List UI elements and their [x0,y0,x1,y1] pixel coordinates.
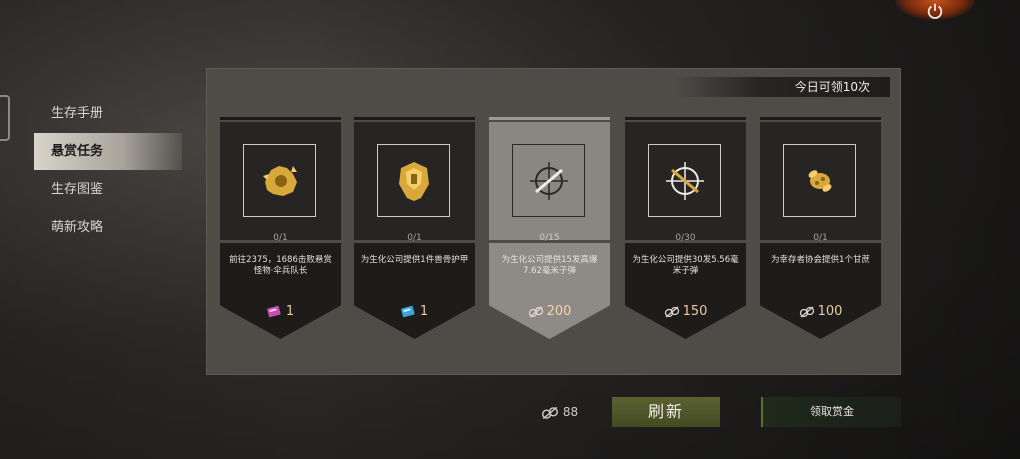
reward: 1 [354,301,475,323]
card-top-line [220,117,341,120]
bounty-card[interactable]: 0/1 为幸存者协会提供1个甘蔗 100 [760,117,881,339]
sidebar-item-survival-codex[interactable]: 生存图鉴 [34,171,182,208]
mission-description: 为生化公司提供1件兽骨护甲 [360,255,469,265]
card-icon-frame [243,144,316,217]
bounty-card[interactable]: 0/30 为生化公司提供30发5.56毫米子弹 150 [625,117,746,339]
sidebar: 生存手册 悬赏任务 生存图鉴 萌新攻略 [34,95,182,247]
card-info: 为生化公司提供30发5.56毫米子弹 150 [625,243,746,339]
crosshair-rifle-gold-icon [666,162,704,200]
sidebar-item-bounty-missions[interactable]: 悬赏任务 [34,133,182,170]
sugarcane-icon [808,170,832,192]
card-icon-area [220,122,341,240]
reward: 1 [220,301,341,323]
gold-fist-emblem-icon [263,166,297,196]
bounty-coin-icon [799,306,814,317]
reward: 100 [760,301,881,323]
blue-ticket-icon [400,305,415,317]
card-top-line [760,117,881,120]
side-drawer-handle[interactable] [0,95,10,141]
bounty-card[interactable]: 0/1 前往2375，1686击败悬赏怪物·伞兵队长 1 [220,117,341,339]
daily-quota-label: 今日可领10次 [674,77,890,97]
sidebar-item-label: 生存图鉴 [51,182,104,197]
reward-value: 1 [285,304,295,319]
card-icon-frame [512,144,585,217]
card-info: 为生化公司提供1件兽骨护甲 1 [354,243,475,339]
reward-value: 100 [817,304,843,319]
currency-value: 88 [562,405,579,419]
card-info: 为生化公司提供15发高爆7.62毫米子弹 200 [489,243,610,339]
mission-description: 为幸存者协会提供1个甘蔗 [771,255,870,265]
sidebar-item-newbie-guide[interactable]: 萌新攻略 [34,209,182,246]
card-top-line [354,117,475,120]
mission-description: 为生化公司提供30发5.56毫米子弹 [632,255,739,276]
card-icon-area [760,122,881,240]
card-icon-area [489,122,610,240]
card-info: 为幸存者协会提供1个甘蔗 100 [760,243,881,339]
reward: 150 [625,301,746,323]
sidebar-item-label: 生存手册 [51,106,104,121]
bounty-panel: 今日可领10次 0/1 前往2375，1686击败悬赏怪物·伞兵队长 1 0/1… [206,68,901,375]
progress-text: 0/1 [407,233,422,243]
bounty-coin-icon [541,406,559,419]
sidebar-item-label: 萌新攻略 [51,220,104,235]
reward: 200 [489,301,610,323]
bounty-card[interactable]: 0/1 为生化公司提供1件兽骨护甲 1 [354,117,475,339]
mission-description: 为生化公司提供15发高爆7.62毫米子弹 [501,255,598,276]
card-icon-area [625,122,746,240]
refresh-button[interactable]: 刷新 [612,397,720,427]
progress-text: 0/30 [675,233,696,243]
power-icon [927,3,943,19]
claim-bounty-button[interactable]: 领取赏金 [761,397,901,427]
bounty-card-selected[interactable]: 0/15 为生化公司提供15发高爆7.62毫米子弹 200 [489,117,610,339]
progress-text: 0/1 [813,233,828,243]
pink-ticket-icon [266,305,281,317]
gold-armor-icon [399,162,429,201]
card-top-line [489,117,610,120]
card-icon-frame [648,144,721,217]
crosshair-rifle-icon [530,162,568,200]
reward-value: 1 [419,304,429,319]
bounty-currency: 88 [541,402,578,422]
bounty-coin-icon [664,306,679,317]
mission-description: 前往2375，1686击败悬赏怪物·伞兵队长 [229,255,332,276]
card-info: 前往2375，1686击败悬赏怪物·伞兵队长 1 [220,243,341,339]
sidebar-item-survival-manual[interactable]: 生存手册 [34,95,182,132]
card-icon-frame [783,144,856,217]
progress-text: 0/1 [273,233,288,243]
card-top-line [625,117,746,120]
card-icon-area [354,122,475,240]
bounty-coin-icon [528,306,543,317]
sidebar-item-label: 悬赏任务 [51,144,104,159]
progress-text: 0/15 [539,233,560,243]
reward-value: 150 [682,304,708,319]
card-icon-frame [377,144,450,217]
reward-value: 200 [546,304,572,319]
